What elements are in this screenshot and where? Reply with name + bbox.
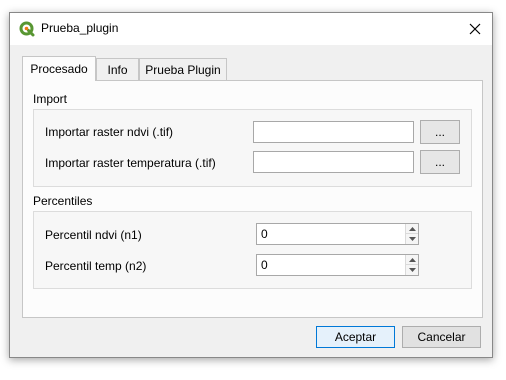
temperature-raster-path-input[interactable] [253,151,414,173]
tab-prueba-plugin[interactable]: Prueba Plugin [139,58,227,80]
ndvi-raster-path-input[interactable] [253,121,414,143]
chevron-up-icon [408,226,416,231]
close-icon [469,23,481,35]
spin-up-button[interactable] [406,224,418,234]
tab-procesado[interactable]: Procesado [22,56,96,81]
chevron-up-icon [408,257,416,262]
title-bar: Prueba_plugin [10,13,492,45]
cancel-button[interactable]: Cancelar [402,326,481,348]
tab-panel-procesado: Import Importar raster ndvi (.tif) ... I… [22,80,483,318]
window-title: Prueba_plugin [41,21,119,35]
dialog-window: Prueba_plugin Procesado Info Prueba Plug… [9,12,493,358]
spinbox-value: 0 [261,258,268,272]
tab-label: Prueba Plugin [145,62,221,77]
import-group-title: Import [33,92,68,106]
tab-label: Procesado [30,62,88,76]
browse-temperature-button[interactable]: ... [420,150,460,174]
accept-button[interactable]: Aceptar [316,326,395,348]
accept-label: Aceptar [334,330,377,344]
temp-percentile-label: Percentil temp (n2) [45,259,147,273]
browse-label: ... [434,125,445,139]
ndvi-percentile-label: Percentil ndvi (n1) [45,228,142,242]
browse-label: ... [434,155,445,169]
browse-ndvi-button[interactable]: ... [420,120,460,144]
chevron-down-icon [408,237,416,241]
tab-info[interactable]: Info [96,58,139,80]
qgis-logo-icon [19,21,35,37]
spinbox-value: 0 [261,227,268,241]
tab-label: Info [107,62,128,77]
spin-down-button[interactable] [406,265,418,275]
chevron-down-icon [408,268,416,272]
ndvi-percentile-spinbox[interactable]: 0 [256,223,419,245]
spinbox-arrows [405,255,418,275]
cancel-label: Cancelar [417,330,466,344]
percentiles-group-title: Percentiles [33,194,93,208]
temp-percentile-spinbox[interactable]: 0 [256,254,419,276]
spin-down-button[interactable] [406,234,418,244]
ndvi-raster-label: Importar raster ndvi (.tif) [45,125,174,139]
temperature-raster-label: Importar raster temperatura (.tif) [45,156,216,170]
close-button[interactable] [458,13,492,45]
import-group: Importar raster ndvi (.tif) ... Importar… [33,109,472,187]
percentiles-group: Percentil ndvi (n1) 0 Percentil temp (n2… [33,211,472,289]
spin-up-button[interactable] [406,255,418,265]
spinbox-arrows [405,224,418,244]
